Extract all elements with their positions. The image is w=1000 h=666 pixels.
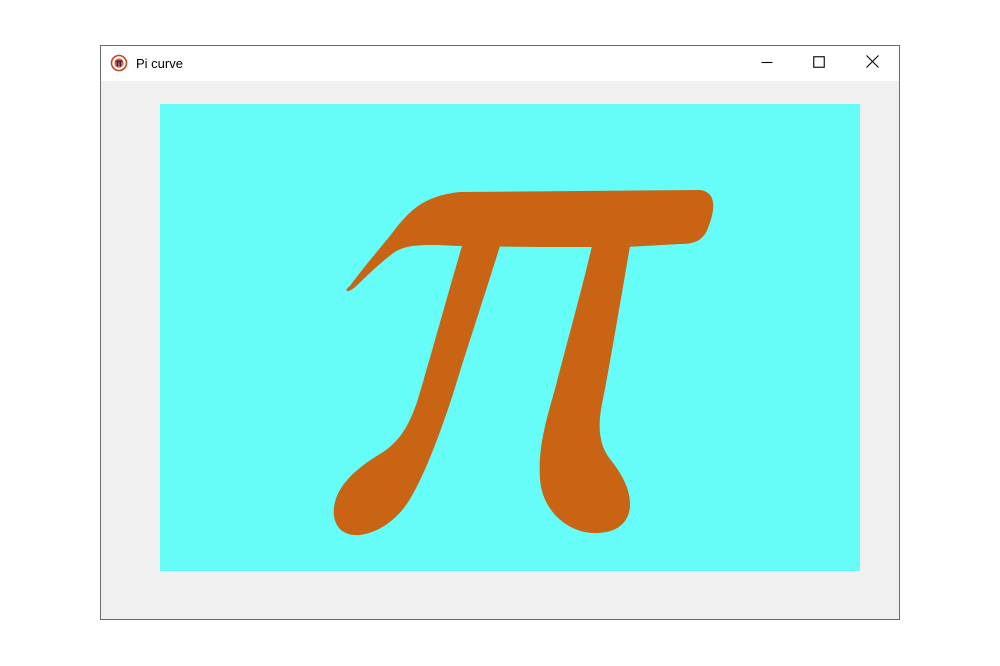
- close-button[interactable]: [846, 46, 898, 81]
- title-bar[interactable]: Pi curve: [101, 46, 899, 81]
- canvas-background: [160, 104, 860, 571]
- app-window: Pi curve: [100, 45, 900, 620]
- minimize-button[interactable]: [741, 46, 793, 81]
- maximize-icon: [813, 55, 825, 73]
- minimize-icon: [761, 55, 773, 73]
- close-icon: [865, 54, 879, 73]
- maximize-button[interactable]: [793, 46, 845, 81]
- client-area: [101, 81, 899, 619]
- window-title: Pi curve: [136, 56, 183, 71]
- drawing-canvas: [160, 104, 860, 571]
- app-logo-icon[interactable]: [110, 54, 128, 72]
